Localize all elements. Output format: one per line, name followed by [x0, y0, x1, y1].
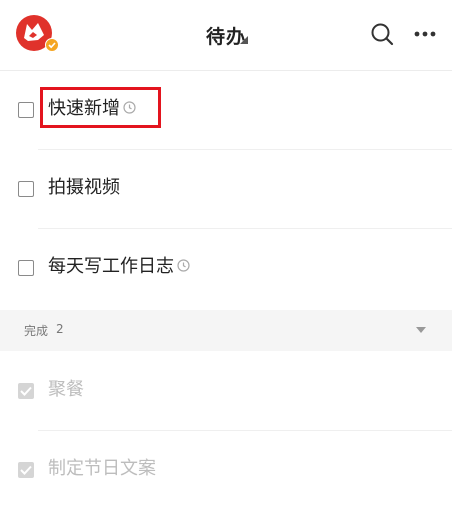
- todo-label[interactable]: 制定节日文案: [48, 456, 156, 482]
- todo-title: 制定节日文案: [48, 458, 156, 479]
- todo-item[interactable]: 拍摄视频: [0, 150, 452, 229]
- checkmark-icon: [20, 386, 32, 396]
- completed-section-header[interactable]: 完成 2: [0, 310, 452, 351]
- collapse-triangle-icon[interactable]: [416, 327, 426, 333]
- reminder-clock-icon: [177, 259, 190, 272]
- todo-label[interactable]: 每天写工作日志: [48, 254, 190, 280]
- top-bar: 待办: [0, 0, 452, 71]
- search-icon[interactable]: [370, 22, 394, 46]
- todo-title: 聚餐: [48, 379, 84, 400]
- todo-checkbox[interactable]: [18, 102, 34, 118]
- completed-item[interactable]: 聚餐: [0, 352, 452, 431]
- todo-checkbox-checked[interactable]: [18, 462, 34, 478]
- todo-item[interactable]: 每天写工作日志: [0, 229, 452, 308]
- completed-count: 2: [56, 322, 64, 336]
- todo-checkbox[interactable]: [18, 260, 34, 276]
- checkmark-icon: [20, 465, 32, 475]
- todo-label[interactable]: 拍摄视频: [48, 175, 120, 201]
- completed-section-label: 完成: [24, 324, 49, 338]
- highlight-box: [40, 87, 161, 128]
- todo-title: 拍摄视频: [48, 177, 120, 198]
- todo-label[interactable]: 聚餐: [48, 377, 84, 403]
- completed-item[interactable]: 制定节日文案: [0, 431, 452, 510]
- more-dots-icon[interactable]: [414, 30, 436, 38]
- todo-checkbox[interactable]: [18, 181, 34, 197]
- todo-checkbox-checked[interactable]: [18, 383, 34, 399]
- dropdown-triangle-icon[interactable]: [240, 36, 248, 44]
- todo-title: 每天写工作日志: [48, 256, 174, 277]
